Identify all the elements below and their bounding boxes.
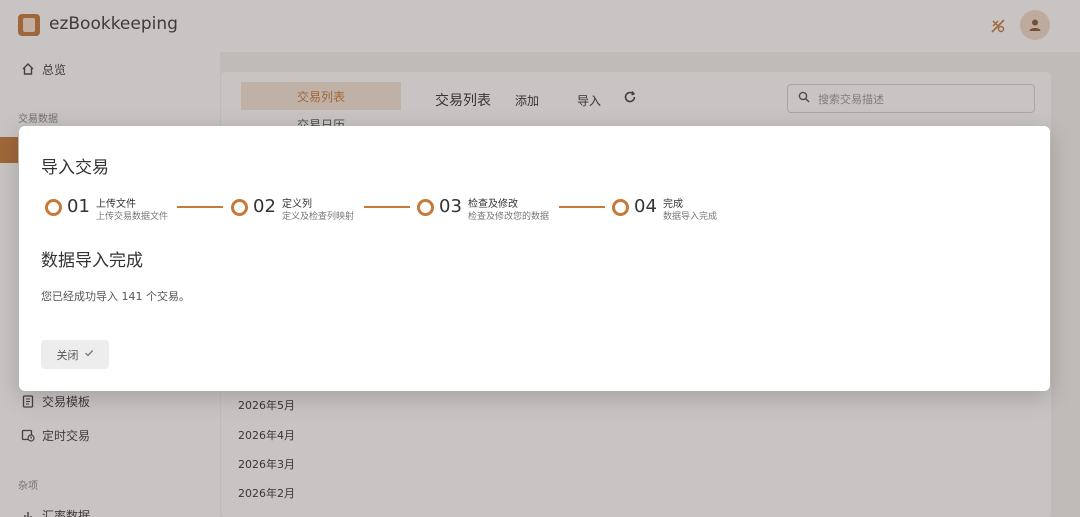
step-number: 04 <box>634 196 657 217</box>
check-icon <box>84 348 94 361</box>
step-subtitle: 数据导入完成 <box>663 212 718 222</box>
step-title: 检查及修改 <box>468 199 518 210</box>
step-title: 上传文件 <box>96 199 136 210</box>
step-connector <box>364 206 410 208</box>
step-subtitle: 上传交易数据文件 <box>96 212 169 222</box>
step-number: 02 <box>253 196 276 217</box>
completion-heading: 数据导入完成 <box>41 251 143 271</box>
step-title: 定义列 <box>282 199 312 210</box>
completion-message: 您已经成功导入 141 个交易。 <box>41 290 190 303</box>
step-connector <box>559 206 605 208</box>
step-complete-icon <box>417 199 434 216</box>
import-dialog: 导入交易 01 上传文件 上传交易数据文件 02 定义列 定义及检查列映射 03… <box>19 126 1050 391</box>
step-complete-icon <box>45 199 62 216</box>
dialog-title: 导入交易 <box>41 158 109 178</box>
step-connector <box>177 206 223 208</box>
step-complete-icon <box>231 199 248 216</box>
step-number: 01 <box>67 196 90 217</box>
step-complete-icon <box>612 199 629 216</box>
close-button[interactable]: 关闭 <box>41 340 109 369</box>
step-title: 完成 <box>663 199 683 210</box>
close-button-label: 关闭 <box>56 348 79 362</box>
step-subtitle: 检查及修改您的数据 <box>468 212 550 222</box>
step-subtitle: 定义及检查列映射 <box>282 212 355 222</box>
step-number: 03 <box>439 196 462 217</box>
